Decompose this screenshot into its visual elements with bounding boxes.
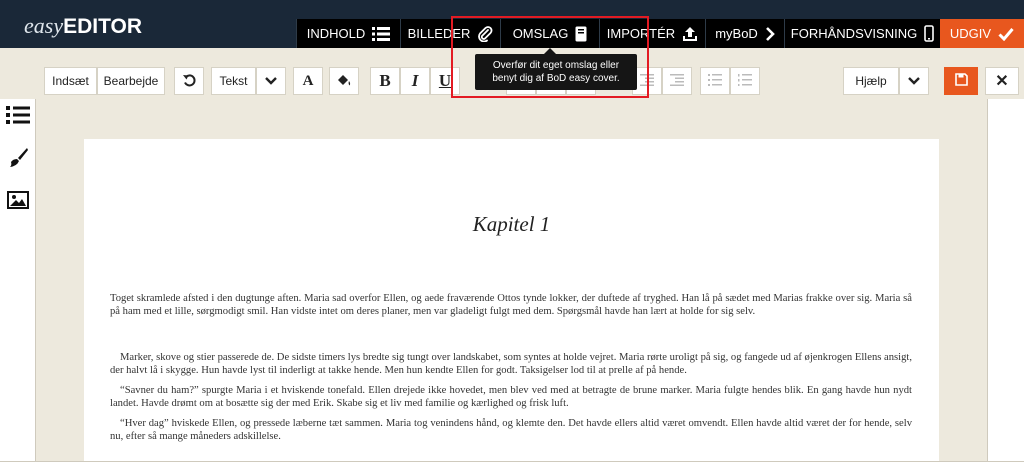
bottom-bar bbox=[0, 461, 1024, 467]
image-icon bbox=[6, 190, 29, 214]
sidebar-item-design[interactable] bbox=[4, 147, 31, 174]
paragraph: Toget skramlede afsted i den dugtunge af… bbox=[110, 293, 912, 317]
phone-icon bbox=[924, 25, 935, 42]
chevron-down-icon bbox=[265, 74, 277, 88]
paragraph: “Savner du ham?” spurgte Maria i et hvis… bbox=[110, 385, 912, 409]
sidebar-item-images[interactable] bbox=[4, 190, 31, 214]
chevron-down-icon bbox=[908, 74, 920, 88]
paragraph: Marker, skove og stier passerede de. De … bbox=[110, 352, 912, 376]
numbered-list-icon bbox=[738, 73, 752, 89]
close-button[interactable]: ✕ bbox=[985, 67, 1019, 95]
fill-color-button[interactable] bbox=[329, 67, 359, 95]
undo-icon bbox=[182, 73, 196, 90]
numbered-list-button[interactable] bbox=[730, 67, 760, 95]
bullet-list-button[interactable] bbox=[700, 67, 730, 95]
list-icon bbox=[5, 105, 30, 130]
font-size-button[interactable]: A bbox=[293, 67, 323, 95]
document-page[interactable]: Kapitel 1 Toget skramlede afsted i den d… bbox=[84, 139, 939, 461]
text-style-select[interactable]: Tekst bbox=[211, 67, 256, 95]
indent-icon bbox=[670, 73, 684, 89]
paragraph: “Hver dag” hviskede Ellen, og pressede l… bbox=[110, 418, 912, 442]
italic-button[interactable]: I bbox=[400, 67, 430, 95]
brush-icon bbox=[7, 147, 29, 174]
document-workspace: Kapitel 1 Toget skramlede afsted i den d… bbox=[36, 99, 987, 461]
floppy-disk-icon bbox=[954, 73, 968, 89]
text-style-dropdown[interactable] bbox=[256, 67, 286, 95]
help-dropdown[interactable] bbox=[899, 67, 929, 95]
bold-button[interactable]: B bbox=[370, 67, 400, 95]
logo-part-editor: EDITOR bbox=[63, 15, 143, 38]
nav-label: INDHOLD bbox=[306, 26, 366, 41]
indent-button[interactable] bbox=[662, 67, 692, 95]
nav-forhaandsvisning[interactable]: FORHÅNDSVISNING bbox=[784, 19, 940, 48]
nav-mybod[interactable]: myBoD bbox=[705, 19, 784, 48]
chevron-right-icon bbox=[765, 26, 775, 41]
right-rail bbox=[987, 99, 1024, 461]
upload-icon bbox=[682, 26, 698, 42]
check-icon bbox=[998, 27, 1014, 41]
nav-indhold[interactable]: INDHOLD bbox=[296, 19, 400, 48]
nav-label: myBoD bbox=[715, 26, 758, 41]
logo-part-easy: easy bbox=[24, 13, 64, 38]
side-panel bbox=[0, 99, 36, 461]
paint-bucket-icon bbox=[336, 73, 352, 90]
bullet-list-icon bbox=[708, 73, 722, 89]
publish-label: UDGIV bbox=[949, 26, 992, 41]
edit-button[interactable]: Bearbejde bbox=[97, 67, 165, 95]
chapter-title: Kapitel 1 bbox=[472, 212, 551, 236]
insert-button[interactable]: Indsæt bbox=[44, 67, 97, 95]
help-select[interactable]: Hjælp bbox=[843, 67, 899, 95]
annotation-highlight-box bbox=[451, 16, 649, 98]
publish-button[interactable]: UDGIV bbox=[940, 19, 1024, 48]
save-button[interactable] bbox=[944, 67, 978, 95]
list-icon bbox=[372, 26, 391, 41]
sidebar-item-contents[interactable] bbox=[4, 105, 31, 129]
app-logo: easyEDITOR bbox=[24, 13, 143, 39]
undo-button[interactable] bbox=[174, 67, 204, 95]
nav-label: FORHÅNDSVISNING bbox=[790, 26, 918, 41]
